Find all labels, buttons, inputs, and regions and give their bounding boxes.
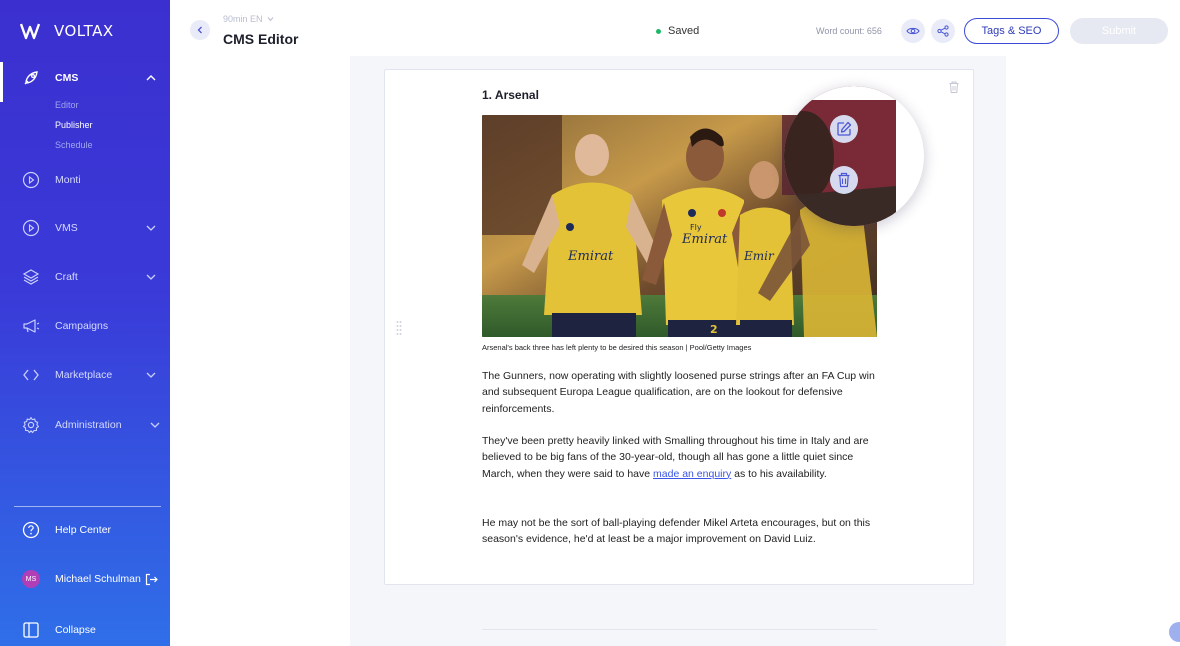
sidebar-divider [14,506,161,507]
chevron-down-icon [146,372,156,378]
voltax-logo-icon [20,23,40,40]
edit-image-button[interactable] [830,115,858,143]
sidebar-panel-icon [23,622,39,638]
user-row: Michael Schulman [0,564,170,594]
megaphone-icon [23,319,40,333]
sidebar-item-label: Craft [55,271,78,283]
sidebar-sub-schedule[interactable]: Schedule [55,140,93,150]
sidebar-sub-publisher[interactable]: Publisher [55,120,93,130]
gear-icon [22,416,40,434]
sidebar: VOLTAX CMS Editor Publisher Schedule Mon… [0,0,170,646]
play-circle-icon [22,171,40,189]
shirt-number-text: 2 [710,323,718,336]
tags-seo-button[interactable]: Tags & SEO [964,18,1059,44]
top-bar: 90min EN CMS Editor Saved Word count: 65… [170,0,1180,56]
workspace-left-gutter [170,56,350,646]
sidebar-item-campaigns[interactable]: Campaigns [0,311,170,341]
trash-icon [838,172,850,188]
word-count: Word count: 656 [816,26,882,36]
chevron-down-icon [150,422,160,428]
chevron-down-icon [267,17,274,22]
magnified-image-background [784,86,896,226]
chevron-down-icon [146,274,156,280]
sidebar-item-label: Campaigns [55,320,109,332]
edit-icon [837,121,852,136]
logout-icon[interactable] [145,573,158,586]
sidebar-item-label: VMS [55,222,78,234]
image-caption[interactable]: Arsenal's back three has left plenty to … [482,343,882,352]
back-button[interactable] [190,20,210,40]
page-title: CMS Editor [223,31,299,47]
sidebar-item-vms[interactable]: VMS [0,213,170,243]
help-center-label: Help Center [55,524,112,536]
made-an-enquiry-link[interactable]: made an enquiry [653,468,731,480]
sidebar-item-marketplace[interactable]: Marketplace [0,360,170,390]
sidebar-item-administration[interactable]: Administration [0,410,170,440]
sidebar-item-label: CMS [55,72,79,84]
save-status-label: Saved [668,25,700,37]
code-brackets-icon [23,369,39,381]
sidebar-item-label: Administration [55,419,122,431]
brand-name: VOLTAX [54,22,114,40]
paragraph-2-text-end: as to his availability. [731,467,827,480]
site-selector-value: 90min EN [223,14,263,24]
sidebar-sub-editor[interactable]: Editor [55,100,79,110]
save-status: Saved [656,25,699,37]
paragraph-2[interactable]: They've been pretty heavily linked with … [482,433,882,482]
paragraph-1[interactable]: The Gunners, now operating with slightly… [482,368,882,417]
chevron-down-icon [146,225,156,231]
help-center-link[interactable]: Help Center [0,515,170,545]
play-circle-icon [22,219,40,237]
user-name: Michael Schulman [55,573,141,585]
paragraph-3[interactable]: He may not be the sort of ball-playing d… [482,515,882,548]
block-delete-icon[interactable] [947,80,961,94]
status-dot [656,28,661,34]
preview-button[interactable] [901,19,925,43]
site-selector[interactable]: 90min EN [223,14,274,24]
shirt-sponsor-text: Fly [690,223,702,232]
collapse-label: Collapse [55,624,96,636]
svg-text:Emirat: Emirat [567,249,614,264]
chevron-up-icon [146,75,156,81]
submit-button[interactable]: Submit [1070,18,1168,44]
collapse-button[interactable]: Collapse [0,615,170,645]
sidebar-item-cms[interactable]: CMS [0,63,170,93]
sidebar-item-craft[interactable]: Craft [0,262,170,292]
image-tools-magnifier [784,86,924,226]
sidebar-item-label: Monti [55,174,81,186]
layers-icon [22,269,40,285]
delete-image-button[interactable] [830,166,858,194]
eye-icon [906,27,920,35]
block-heading[interactable]: 1. Arsenal [482,88,539,102]
share-button[interactable] [931,19,955,43]
chevron-left-icon [197,26,202,34]
drag-handle-icon[interactable] [396,320,402,336]
sidebar-item-label: Marketplace [55,369,113,381]
rocket-icon [24,71,38,85]
next-block-divider [482,629,877,630]
brand-logo[interactable]: VOLTAX [20,20,114,42]
help-icon [22,521,40,539]
workspace-right-gutter [1006,56,1180,646]
share-icon [937,25,949,37]
shirt-sponsor-text: Emirat [681,232,728,247]
svg-text:Emir: Emir [743,249,775,263]
sidebar-item-monti[interactable]: Monti [0,165,170,195]
